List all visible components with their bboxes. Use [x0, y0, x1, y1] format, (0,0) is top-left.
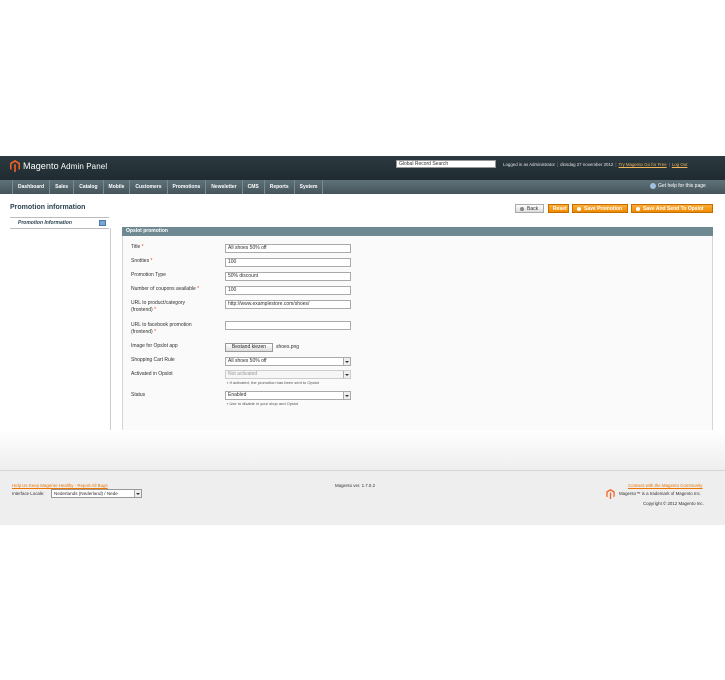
- magento-version: Magento ver. 1.7.0.2: [335, 483, 376, 488]
- cart-rule-label: Shopping Cart Rule: [131, 357, 175, 363]
- brand-suffix: Admin Panel: [60, 162, 108, 171]
- tab-changed-icon: [99, 220, 106, 226]
- back-arrow-icon: [520, 206, 524, 211]
- activated-note: ▪ If activated, the promotion has been s…: [227, 380, 319, 385]
- back-button[interactable]: Back: [515, 204, 544, 213]
- snotties-label: Snotties *: [131, 258, 153, 264]
- save-promotion-button[interactable]: Save Promotion: [572, 204, 628, 213]
- save-check-icon: [577, 206, 581, 211]
- product-url-input[interactable]: http://www.examplestore.com/shoes/: [225, 300, 351, 309]
- magento-footer-logo-icon: [606, 489, 615, 499]
- header-bar: [0, 156, 725, 180]
- save-and-send-button[interactable]: Save And Send To Opslot: [631, 204, 713, 213]
- report-bugs-link[interactable]: Help Us Keep Magento Healthy - Report Al…: [12, 483, 108, 488]
- tab-promotion-information[interactable]: Promotion Information: [10, 217, 109, 229]
- save-and-send-label: Save And Send To Opslot: [643, 205, 704, 212]
- chevron-down-icon: [343, 371, 350, 378]
- snotties-input[interactable]: 100: [225, 258, 351, 267]
- tab-label: Promotion Information: [18, 220, 72, 226]
- cart-rule-value: All shoes 50% off: [228, 358, 267, 364]
- logged-in-text: Logged in as Administrator: [503, 162, 555, 167]
- magento-logo-icon: [10, 160, 20, 172]
- locale-value: Nederlands (Nederland) / Nede: [54, 491, 118, 496]
- sidebar-title: Promotion information: [10, 204, 86, 211]
- locale-select[interactable]: Nederlands (Nederland) / Nede: [51, 489, 142, 498]
- chosen-file-name: shoes.png: [276, 344, 300, 350]
- global-search-input[interactable]: Global Record Search: [396, 160, 496, 168]
- copyright-text: Copyright © 2012 Magento Inc.: [643, 501, 704, 506]
- product-url-label: URL to product/category (frontend) *: [131, 300, 186, 313]
- facebook-url-label: URL to facebook promotion (frontend) *: [131, 322, 192, 335]
- image-label: Image for Opslot app: [131, 343, 178, 349]
- save-promotion-label: Save Promotion: [584, 205, 623, 212]
- nav-sales[interactable]: Sales: [50, 180, 75, 194]
- locale-label: Interface Locale:: [12, 491, 45, 496]
- nav-mobile[interactable]: Mobile: [104, 180, 131, 194]
- nav-promotions[interactable]: Promotions: [168, 180, 207, 194]
- status-label: Status: [131, 392, 146, 398]
- reset-button[interactable]: Reset: [548, 204, 569, 213]
- title-label: Title *: [131, 244, 144, 250]
- help-link[interactable]: Get help for this page: [650, 183, 706, 189]
- nav-newsletter[interactable]: Newsletter: [206, 180, 243, 194]
- nav-dashboard[interactable]: Dashboard: [12, 180, 51, 194]
- magento-logo[interactable]: Magento Admin Panel: [10, 160, 107, 172]
- facebook-url-input[interactable]: [225, 321, 351, 330]
- logout-link[interactable]: Log Out: [672, 162, 688, 167]
- help-icon: [650, 183, 656, 189]
- promotion-type-label: Promotion Type: [131, 272, 166, 278]
- send-check-icon: [636, 206, 640, 211]
- chevron-down-icon: [343, 392, 350, 399]
- try-magento-go-link[interactable]: Try Magento Go for Free: [619, 162, 667, 167]
- status-note: ▪ Use to disable in your shop and Opslot: [227, 401, 299, 406]
- nav-catalog[interactable]: Catalog: [74, 180, 104, 194]
- choose-file-button[interactable]: Bestand kiezen: [225, 343, 273, 352]
- help-label: Get help for this page: [658, 183, 706, 189]
- coupons-label: Number of coupons available *: [131, 286, 200, 292]
- cart-rule-select[interactable]: All shoes 50% off: [225, 357, 351, 366]
- activated-value: Not activated: [228, 371, 258, 377]
- nav-system[interactable]: System: [295, 180, 324, 194]
- nav-reports[interactable]: Reports: [265, 180, 295, 194]
- reset-label: Reset: [553, 205, 567, 212]
- header-date: dinsdag 27 november 2012: [560, 162, 614, 167]
- status-select[interactable]: Enabled: [225, 391, 351, 400]
- footer-fade: [0, 430, 725, 470]
- promotion-type-input[interactable]: 50% discount: [225, 272, 351, 281]
- activated-select: Not activated: [225, 370, 351, 379]
- section-title: Opslot promotion: [122, 227, 713, 236]
- nav-customers[interactable]: Customers: [130, 180, 168, 194]
- title-input[interactable]: All shoes 50% off: [225, 244, 351, 253]
- activated-label: Activated in Opslot: [131, 371, 173, 377]
- main-nav: Dashboard Sales Catalog Mobile Customers…: [12, 180, 324, 194]
- coupons-input[interactable]: 100: [225, 286, 351, 295]
- brand-name: Magento: [23, 161, 59, 171]
- nav-cms[interactable]: CMS: [243, 180, 265, 194]
- chevron-down-icon: [343, 358, 350, 365]
- chevron-down-icon: [134, 490, 141, 497]
- back-label: Back: [527, 205, 539, 212]
- community-link[interactable]: Connect with the Magento Community: [628, 483, 702, 488]
- status-value: Enabled: [228, 392, 247, 398]
- sidebar-divider: [110, 228, 111, 434]
- opslot-fieldset: [122, 227, 713, 435]
- header-links: Logged in as Administrator | dinsdag 27 no…: [503, 162, 688, 167]
- trademark-text: Magento™ is a trademark of Magento Inc.: [619, 491, 701, 496]
